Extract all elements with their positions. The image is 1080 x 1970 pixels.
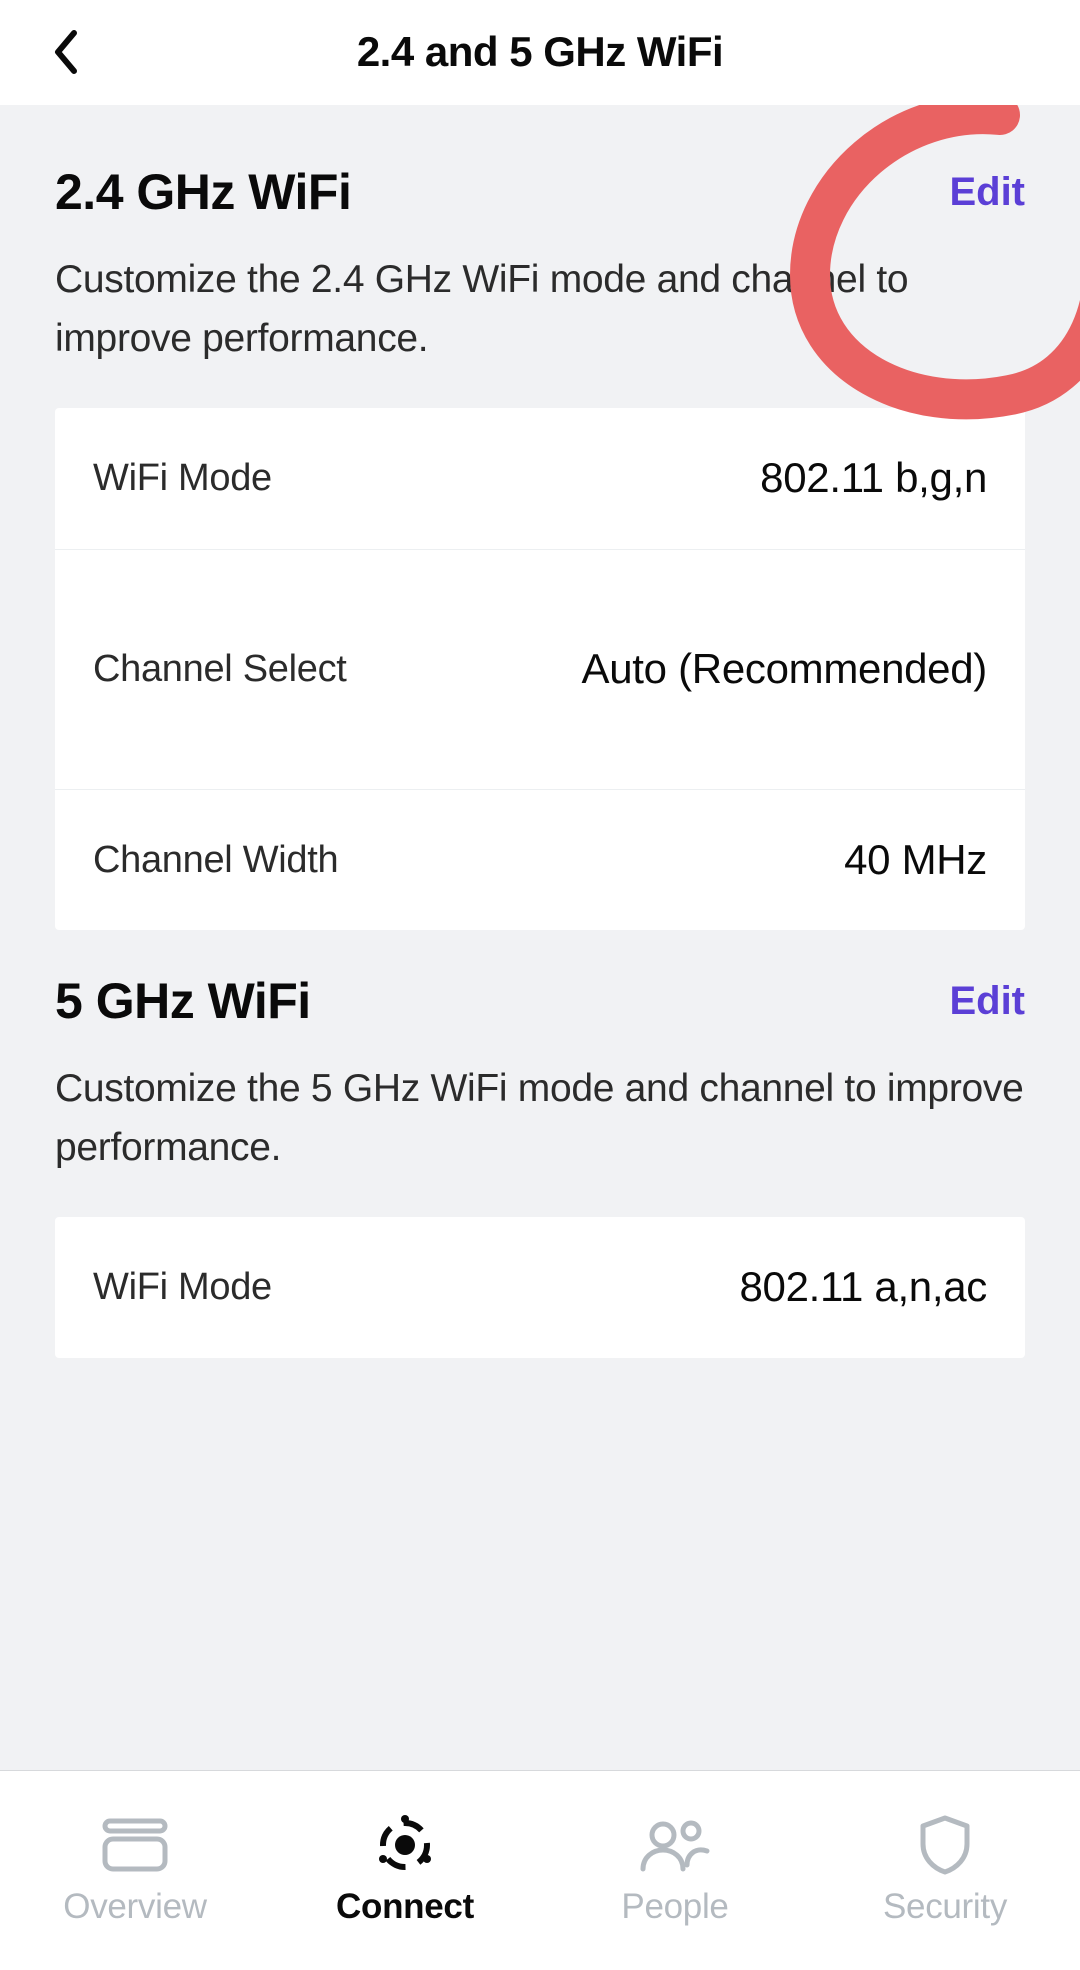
- settings-table-2-4ghz: WiFi Mode 802.11 b,g,n Channel Select Au…: [55, 408, 1025, 930]
- nav-people[interactable]: People: [540, 1771, 810, 1970]
- edit-button-2-4ghz[interactable]: Edit: [949, 170, 1025, 215]
- label-wifi-mode-5: WiFi Mode: [93, 1266, 272, 1309]
- section-title-5ghz: 5 GHz WiFi: [55, 972, 311, 1030]
- value-channel-width-24: 40 MHz: [844, 832, 987, 889]
- back-button[interactable]: [52, 29, 80, 75]
- section-desc-2-4ghz: Customize the 2.4 GHz WiFi mode and chan…: [55, 251, 1025, 408]
- label-wifi-mode-24: WiFi Mode: [93, 457, 272, 500]
- nav-label-overview: Overview: [63, 1887, 206, 1927]
- nav-label-security: Security: [883, 1887, 1007, 1927]
- section-header-2-4ghz: 2.4 GHz WiFi Edit: [55, 105, 1025, 251]
- nav-security[interactable]: Security: [810, 1771, 1080, 1970]
- label-channel-width-24: Channel Width: [93, 839, 338, 882]
- bottom-nav: Overview Connect People: [0, 1770, 1080, 1970]
- chevron-left-icon: [52, 29, 80, 75]
- content-area: 2.4 GHz WiFi Edit Customize the 2.4 GHz …: [0, 105, 1080, 1770]
- nav-connect[interactable]: Connect: [270, 1771, 540, 1970]
- label-channel-select-24: Channel Select: [93, 648, 347, 691]
- people-icon: [637, 1815, 713, 1875]
- nav-label-connect: Connect: [336, 1887, 474, 1927]
- value-wifi-mode-24: 802.11 b,g,n: [760, 450, 987, 507]
- row-wifi-mode-24: WiFi Mode 802.11 b,g,n: [55, 408, 1025, 550]
- section-2-4ghz: 2.4 GHz WiFi Edit Customize the 2.4 GHz …: [0, 105, 1080, 930]
- overview-icon: [100, 1815, 170, 1875]
- settings-table-5ghz: WiFi Mode 802.11 a,n,ac: [55, 1217, 1025, 1358]
- row-channel-width-24: Channel Width 40 MHz: [55, 790, 1025, 931]
- nav-label-people: People: [621, 1887, 728, 1927]
- shield-icon: [917, 1815, 973, 1875]
- section-5ghz: 5 GHz WiFi Edit Customize the 5 GHz WiFi…: [0, 930, 1080, 1358]
- edit-button-5ghz[interactable]: Edit: [949, 979, 1025, 1024]
- section-desc-5ghz: Customize the 5 GHz WiFi mode and channe…: [55, 1060, 1025, 1217]
- row-wifi-mode-5: WiFi Mode 802.11 a,n,ac: [55, 1217, 1025, 1358]
- value-channel-select-24: Auto (Recommended): [582, 641, 987, 698]
- nav-overview[interactable]: Overview: [0, 1771, 270, 1970]
- row-channel-select-24: Channel Select Auto (Recommended): [55, 550, 1025, 790]
- page-title: 2.4 and 5 GHz WiFi: [0, 28, 1080, 76]
- section-header-5ghz: 5 GHz WiFi Edit: [55, 930, 1025, 1060]
- section-title-2-4ghz: 2.4 GHz WiFi: [55, 163, 351, 221]
- connect-icon: [373, 1815, 437, 1875]
- value-wifi-mode-5: 802.11 a,n,ac: [739, 1259, 987, 1316]
- page-header: 2.4 and 5 GHz WiFi: [0, 0, 1080, 105]
